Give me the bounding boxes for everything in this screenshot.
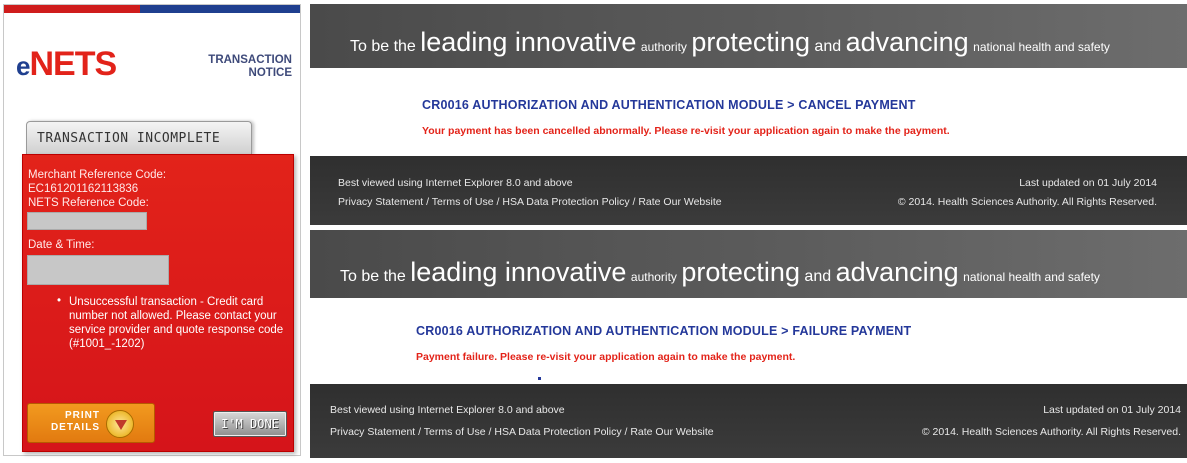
notice-line-2: NOTICE (248, 67, 292, 80)
im-done-label: I'M DONE (221, 417, 279, 431)
tagline-part: leading innovative (420, 27, 637, 57)
module-title: CR0016 AUTHORIZATION AND AUTHENTICATION … (416, 324, 912, 338)
hsa-footer: Best viewed using Internet Explorer 8.0 … (310, 156, 1187, 225)
merchant-reference-value: EC161201162113836 (28, 183, 139, 195)
failure-message: Payment failure. Please re-visit your ap… (416, 351, 796, 363)
module-title: CR0016 AUTHORIZATION AND AUTHENTICATION … (422, 98, 916, 112)
top-bar-blue (140, 5, 300, 13)
tagline-part: advancing (845, 27, 969, 57)
tagline-part: authority (630, 270, 677, 284)
footer-links[interactable]: Privacy Statement / Terms of Use / HSA D… (330, 426, 714, 438)
hsa-content: CR0016 AUTHORIZATION AND AUTHENTICATION … (310, 68, 1187, 156)
footer-browser-note: Best viewed using Internet Explorer 8.0 … (338, 177, 573, 189)
print-details-label: PRINT DETAILS (38, 410, 100, 433)
date-time-label: Date & Time: (28, 239, 95, 251)
bullet-icon: • (57, 295, 62, 307)
tagline-part: national health and safety (973, 40, 1110, 54)
footer-links[interactable]: Privacy Statement / Terms of Use / HSA D… (338, 196, 722, 208)
enets-logo: eNETS (16, 45, 117, 83)
tagline-part: authority (640, 40, 687, 54)
error-message: Unsuccessful transaction - Credit card n… (69, 296, 284, 351)
tab-transaction-incomplete: TRANSACTION INCOMPLETE (26, 121, 252, 155)
footer-last-updated: Last updated on 01 July 2014 (1043, 404, 1181, 416)
footer-copyright: © 2014. Health Sciences Authority. All R… (921, 426, 1181, 438)
footer-last-updated: Last updated on 01 July 2014 (1019, 177, 1157, 189)
banner-tagline: To be the leading innovative authority p… (350, 27, 1110, 58)
enets-transaction-panel: eNETS TRANSACTION NOTICE TRANSACTION INC… (3, 4, 301, 456)
logo-nets: NETS (29, 45, 117, 83)
cursor-dot (538, 377, 541, 380)
hsa-banner: To be the leading innovative authority p… (310, 230, 1187, 298)
tagline-part: and (814, 38, 842, 55)
print-details-button[interactable]: PRINT DETAILS (27, 403, 155, 443)
arrow-down-icon (106, 410, 134, 438)
hsa-cancel-payment-screen: To be the leading innovative authority p… (310, 4, 1187, 225)
tab-label: TRANSACTION INCOMPLETE (37, 131, 221, 146)
hsa-content: CR0016 AUTHORIZATION AND AUTHENTICATION … (310, 298, 1187, 384)
nets-reference-label: NETS Reference Code: (28, 197, 149, 209)
cancel-message: Your payment has been cancelled abnormal… (422, 125, 950, 137)
print-label-line-2: DETAILS (50, 421, 100, 433)
tagline-part: protecting (691, 27, 810, 57)
notice-line-1: TRANSACTION (208, 54, 292, 66)
hsa-failure-payment-screen: To be the leading innovative authority p… (310, 230, 1187, 458)
transaction-details-box: Merchant Reference Code: EC1612011621138… (22, 154, 294, 452)
hsa-footer: Best viewed using Internet Explorer 8.0 … (310, 384, 1187, 458)
enets-top-color-bar (4, 5, 300, 13)
redacted-date-time (27, 255, 169, 285)
tagline-part: To be the (350, 38, 416, 55)
tagline-part: national health and safety (963, 270, 1100, 284)
top-bar-red (4, 5, 141, 13)
tagline-part: and (804, 268, 832, 285)
footer-browser-note: Best viewed using Internet Explorer 8.0 … (330, 404, 565, 416)
redacted-nets-reference (27, 212, 147, 230)
tagline-part: protecting (681, 257, 800, 287)
tagline-part: leading innovative (410, 257, 627, 287)
im-done-button[interactable]: I'M DONE (213, 411, 287, 437)
footer-copyright: © 2014. Health Sciences Authority. All R… (897, 196, 1157, 208)
print-label-line-1: PRINT (65, 410, 100, 421)
tagline-part: To be the (340, 268, 406, 285)
banner-tagline: To be the leading innovative authority p… (340, 257, 1100, 288)
tagline-part: advancing (835, 257, 959, 287)
hsa-banner: To be the leading innovative authority p… (310, 4, 1187, 68)
merchant-reference-label: Merchant Reference Code: (28, 169, 167, 181)
transaction-notice-heading: TRANSACTION NOTICE (164, 54, 292, 80)
logo-e: e (16, 51, 31, 81)
